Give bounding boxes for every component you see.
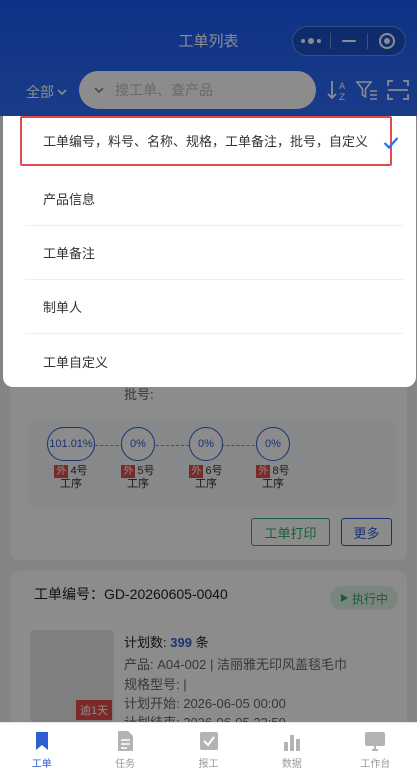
bookmark-icon	[35, 731, 48, 750]
bottom-tab-bar: 工单 任务 报工 数据 工作台	[0, 722, 417, 776]
tab-workbench[interactable]: 工作台	[334, 723, 417, 776]
monitor-icon	[365, 731, 386, 751]
dropdown-option-custom[interactable]: 工单自定义	[25, 334, 403, 388]
dropdown-option-product-info[interactable]: 产品信息	[25, 172, 403, 226]
check-square-icon	[199, 731, 218, 750]
tab-report[interactable]: 报工	[167, 723, 250, 776]
tab-work-order[interactable]: 工单	[0, 723, 83, 776]
document-icon	[118, 730, 134, 751]
dropdown-option-creator[interactable]: 制单人	[25, 280, 403, 334]
dropdown-option-order-remark[interactable]: 工单备注	[25, 226, 403, 280]
tab-task[interactable]: 任务	[83, 723, 166, 776]
tab-data[interactable]: 数据	[250, 723, 333, 776]
dropdown-option-code-name-spec[interactable]: 工单编号，料号、名称、规格，工单备注，批号，自定义	[20, 116, 392, 166]
bar-chart-icon	[283, 734, 300, 751]
search-field-dropdown: 工单编号，料号、名称、规格，工单备注，批号，自定义 产品信息 工单备注 制单人 …	[3, 116, 416, 387]
checkmark-icon	[383, 137, 399, 150]
